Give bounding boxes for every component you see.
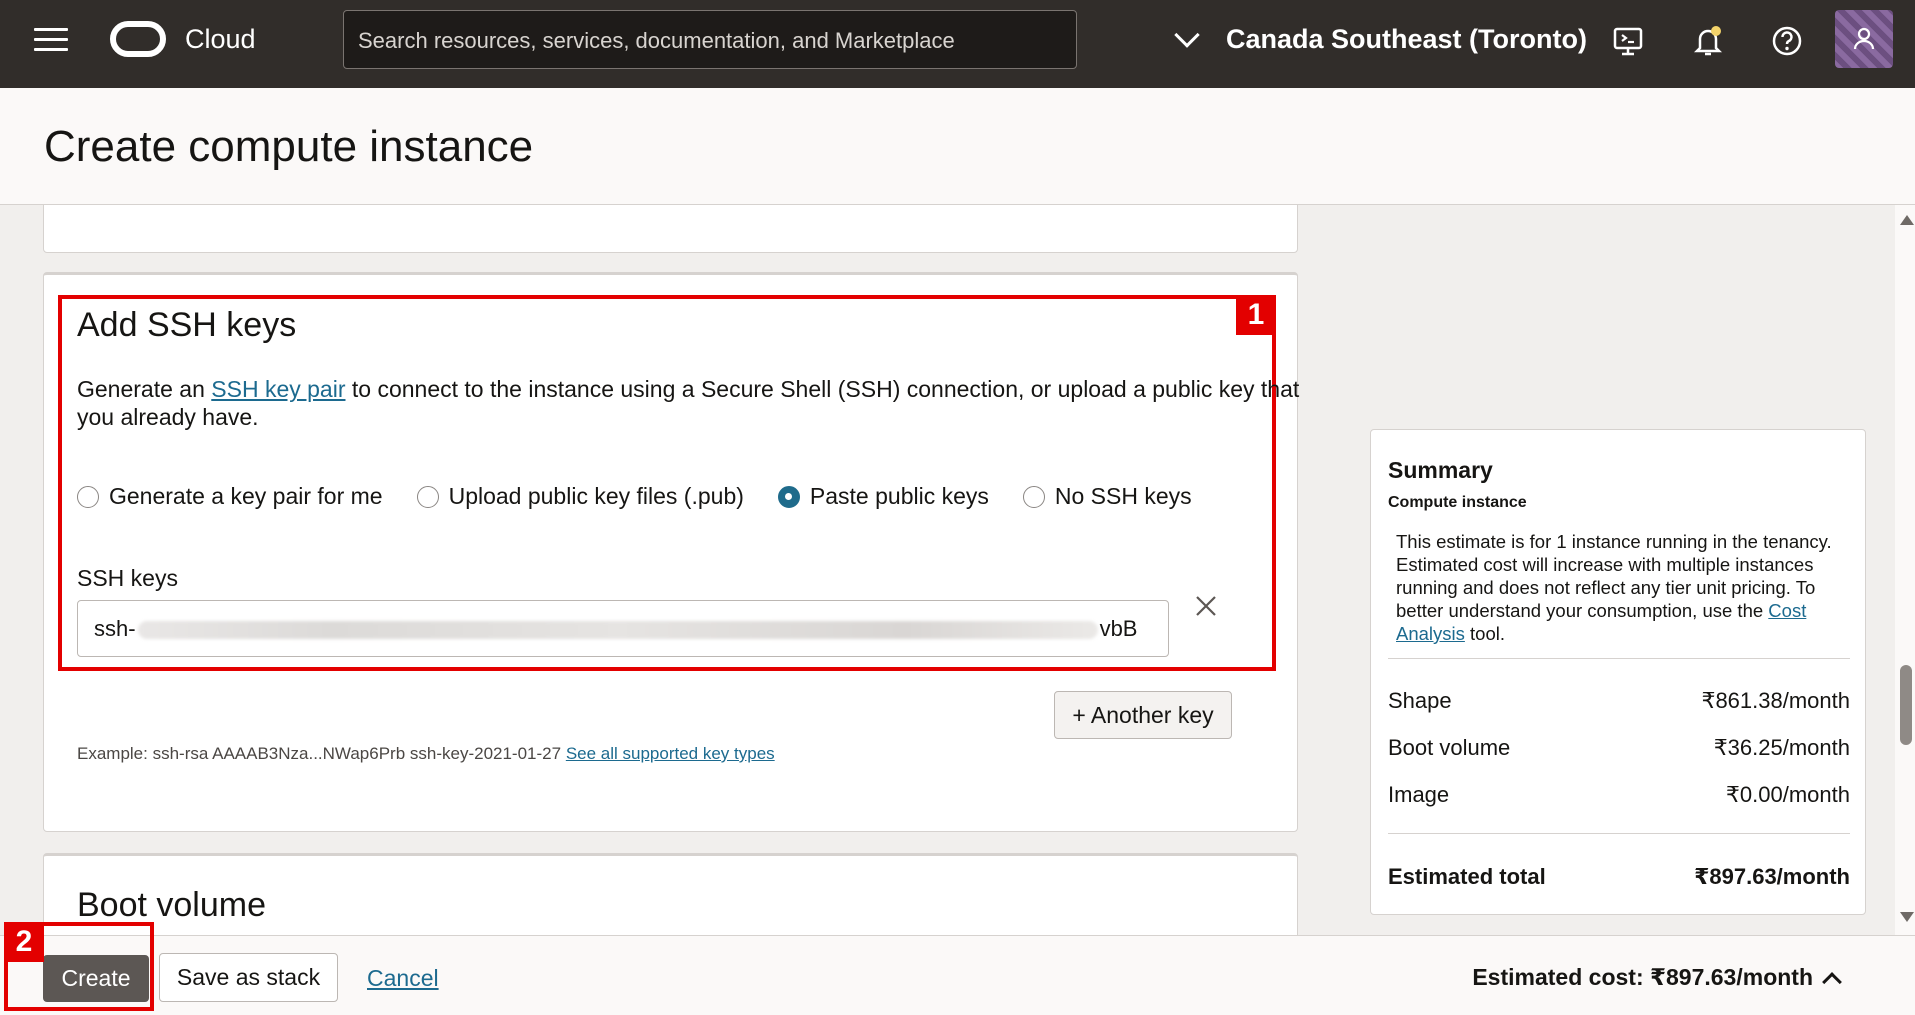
- divider: [1388, 658, 1850, 659]
- scrollbar-thumb[interactable]: [1900, 665, 1912, 745]
- cancel-link[interactable]: Cancel: [367, 965, 439, 992]
- summary-text: tool.: [1464, 623, 1505, 644]
- summary-description: This estimate is for 1 instance running …: [1396, 530, 1856, 645]
- ssh-keys-card: 1 Add SSH keys Generate an SSH key pair …: [43, 272, 1299, 832]
- radio-upload-public-key[interactable]: Upload public key files (.pub): [416, 483, 744, 510]
- radio-circle[interactable]: [416, 485, 439, 508]
- chevron-down-icon: [1174, 21, 1200, 48]
- previous-section-card: [43, 205, 1298, 253]
- annotation-badge-2: 2: [4, 922, 44, 962]
- summary-row-boot-volume: Boot volume ₹36.25/month: [1388, 735, 1850, 761]
- radio-generate-key-pair[interactable]: Generate a key pair for me: [77, 483, 383, 510]
- example-hint: Example: ssh-rsa AAAAB3Nza...NWap6Prb ss…: [77, 744, 775, 764]
- ssh-keys-label: SSH keys: [77, 565, 178, 591]
- description-text: Generate an: [77, 376, 212, 402]
- radio-circle[interactable]: [77, 485, 99, 508]
- page-title: Create compute instance: [44, 122, 534, 171]
- estimated-cost-label: Estimated cost: ₹897.63/month: [1472, 964, 1813, 990]
- row-value: ₹861.38/month: [1701, 688, 1850, 713]
- radio-circle[interactable]: [1022, 485, 1045, 508]
- summary-panel: Summary Compute instance This estimate i…: [1370, 429, 1866, 915]
- section-title: Add SSH keys: [77, 306, 297, 344]
- redacted-key: [137, 621, 1098, 640]
- summary-row-shape: Shape ₹861.38/month: [1388, 688, 1850, 714]
- footer-action-bar: Create Save as stack Cancel Estimated co…: [0, 935, 1915, 1015]
- scroll-down-arrow-icon[interactable]: [1900, 912, 1914, 922]
- row-label: Boot volume: [1388, 735, 1511, 760]
- profile-avatar[interactable]: [1835, 10, 1893, 68]
- oracle-logo[interactable]: [110, 21, 166, 57]
- ssh-keys-input[interactable]: ssh-vbB: [77, 600, 1169, 657]
- row-label: Estimated total: [1388, 864, 1546, 889]
- radio-label: Paste public keys: [809, 483, 989, 509]
- top-navigation-bar: Cloud Search resources, services, docume…: [0, 0, 1915, 88]
- page-header: Create compute instance: [0, 88, 1915, 205]
- add-another-key-button[interactable]: + Another key: [1054, 691, 1232, 739]
- estimated-cost-toggle[interactable]: Estimated cost: ₹897.63/month: [1472, 964, 1842, 992]
- ssh-option-group: Generate a key pair for me Upload public…: [77, 483, 1226, 510]
- brand-label[interactable]: Cloud: [185, 24, 256, 55]
- summary-text: This estimate is for 1 instance running …: [1396, 531, 1832, 621]
- section-title: Boot volume: [77, 886, 266, 924]
- radio-label: Generate a key pair for me: [109, 483, 383, 509]
- search-input[interactable]: Search resources, services, documentatio…: [343, 10, 1077, 69]
- key-prefix: ssh-: [94, 616, 136, 641]
- radio-circle-selected[interactable]: [777, 485, 800, 508]
- main-content: 1 Add SSH keys Generate an SSH key pair …: [0, 205, 1895, 935]
- radio-label: No SSH keys: [1054, 483, 1192, 509]
- supported-key-types-link[interactable]: See all supported key types: [566, 744, 775, 763]
- key-suffix: vbB: [1099, 616, 1138, 641]
- annotation-highlight-2: 2: [4, 922, 154, 1011]
- region-selector[interactable]: Canada Southeast (Toronto): [1170, 21, 1587, 55]
- chevron-up-icon: [1822, 971, 1842, 992]
- row-label: Shape: [1388, 688, 1452, 713]
- row-value: ₹36.25/month: [1713, 735, 1850, 760]
- scroll-up-arrow-icon[interactable]: [1900, 215, 1914, 225]
- bell-icon[interactable]: [1691, 24, 1725, 58]
- summary-subtitle: Compute instance: [1388, 494, 1527, 511]
- region-label: Canada Southeast (Toronto): [1226, 24, 1587, 54]
- cloud-shell-icon[interactable]: [1611, 24, 1645, 58]
- row-value: ₹897.63/month: [1694, 864, 1850, 889]
- boot-volume-card: Boot volume: [43, 853, 1298, 935]
- help-icon[interactable]: [1770, 24, 1804, 58]
- scrollbar[interactable]: [1897, 205, 1915, 935]
- row-label: Image: [1388, 782, 1450, 807]
- annotation-badge-1: 1: [1236, 295, 1276, 335]
- menu-icon[interactable]: [34, 28, 68, 54]
- row-value: ₹0.00/month: [1725, 782, 1850, 807]
- summary-title: Summary: [1388, 457, 1493, 483]
- section-description: Generate an SSH key pair to connect to t…: [77, 375, 1307, 431]
- close-icon[interactable]: [1192, 592, 1220, 620]
- radio-label: Upload public key files (.pub): [448, 483, 744, 509]
- save-as-stack-button[interactable]: Save as stack: [159, 953, 338, 1002]
- example-text: Example: ssh-rsa AAAAB3Nza...NWap6Prb ss…: [77, 744, 562, 763]
- summary-row-image: Image ₹0.00/month: [1388, 782, 1850, 808]
- profile-icon: [1853, 27, 1875, 50]
- divider: [1388, 833, 1850, 834]
- ssh-key-pair-link[interactable]: SSH key pair: [211, 376, 345, 402]
- radio-no-ssh-keys[interactable]: No SSH keys: [1022, 483, 1192, 510]
- summary-row-total: Estimated total ₹897.63/month: [1388, 864, 1850, 890]
- radio-paste-public-keys[interactable]: Paste public keys: [777, 483, 989, 510]
